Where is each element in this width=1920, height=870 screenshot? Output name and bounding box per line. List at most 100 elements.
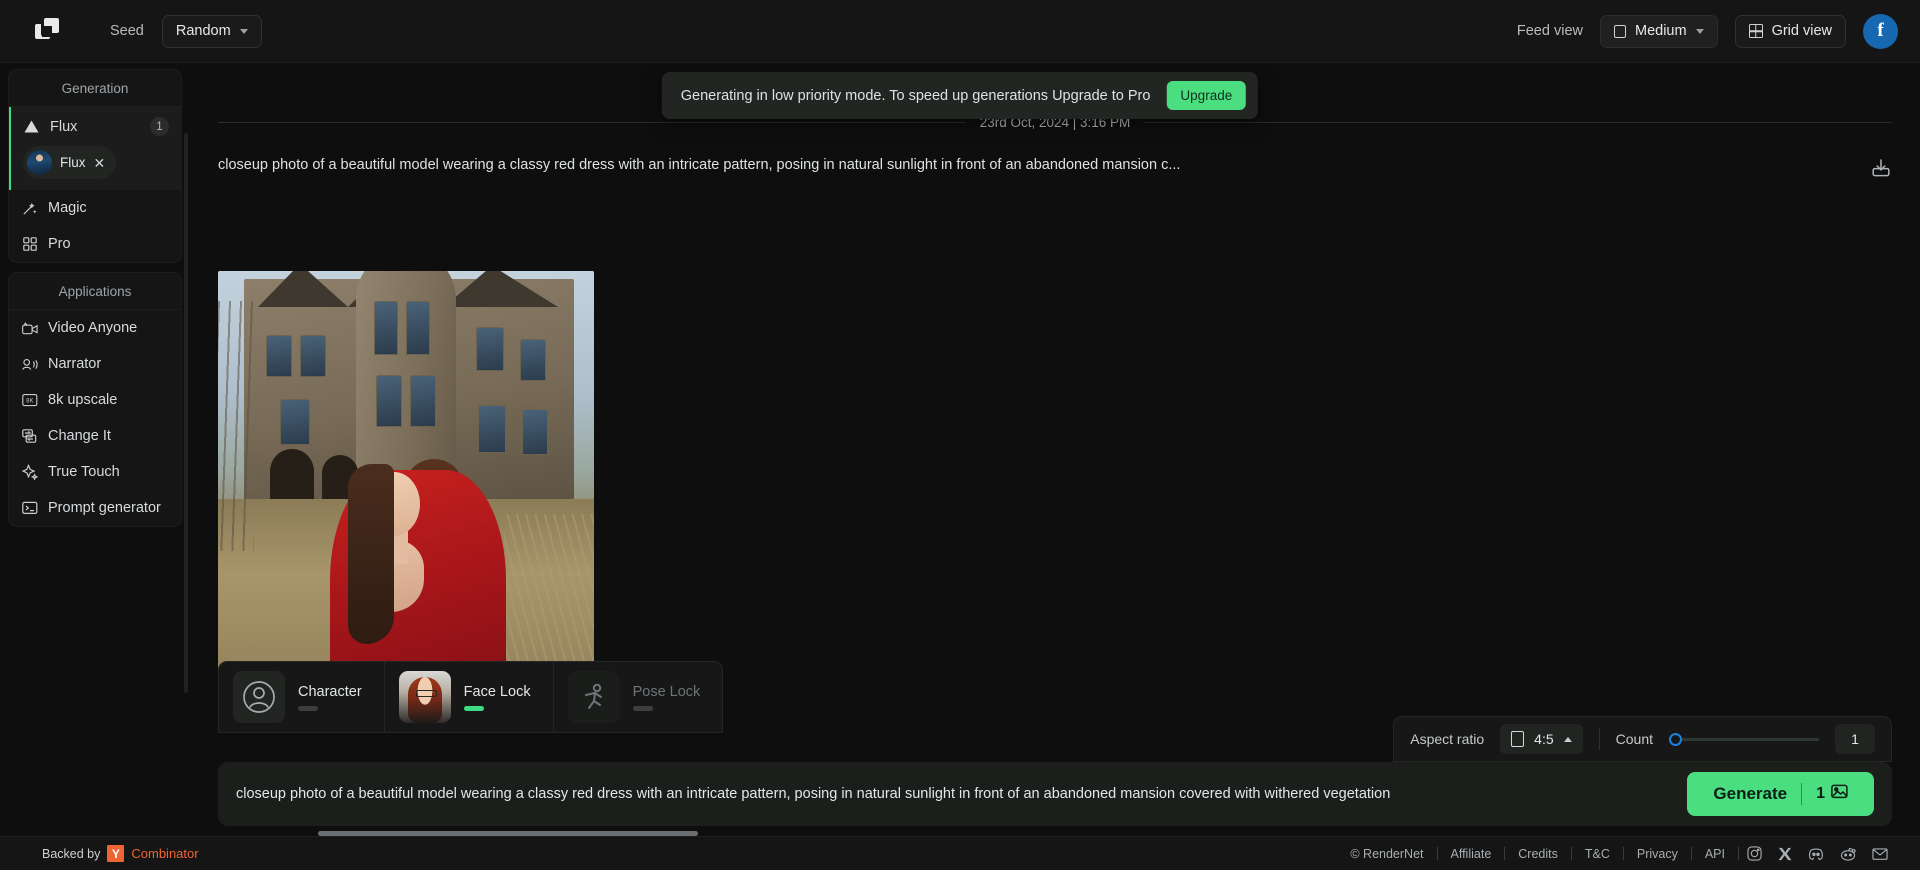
chevron-down-icon [239,28,248,34]
footer-link-api[interactable]: API [1692,847,1738,861]
close-icon[interactable]: ✕ [94,156,106,170]
instagram-icon[interactable] [1739,846,1770,861]
aspect-ratio-select[interactable]: 4:5 [1500,724,1583,754]
8k-icon: 8K [21,393,38,407]
aspect-ratio-value: 4:5 [1534,731,1554,747]
sidebar-item-label: Prompt generator [48,500,161,516]
footer-link-privacy[interactable]: Privacy [1624,847,1691,861]
video-camera-icon [21,321,38,335]
face-lock-item[interactable]: Face Lock [385,662,554,732]
flux-model-thumbnail [27,150,52,175]
image-size-value: Medium [1634,23,1687,39]
count-slider-knob[interactable] [1669,732,1682,746]
count-value[interactable]: 1 [1835,724,1875,754]
seed-label: Seed [110,23,144,39]
avatar[interactable]: f [1863,13,1898,49]
download-icon[interactable] [1870,157,1892,184]
sidebar-item-8k-upscale[interactable]: 8K 8k upscale [9,382,181,418]
sidebar-item-label: Pro [48,236,71,252]
square-icon [1613,24,1626,38]
generated-image[interactable] [218,271,594,714]
sparkle-icon [21,464,38,480]
sidebar-item-change-it[interactable]: Change It [9,418,181,454]
applications-panel: Applications Video Anyone Narrator 8K 8k… [8,272,182,527]
portrait-rect-icon [1511,731,1525,747]
feed-item-header: closeup photo of a beautiful model weari… [218,156,1892,184]
top-header: Seed Random Feed view Medium Grid view f [0,0,1920,63]
sidebar-item-label: 8k upscale [48,392,118,408]
sidebar-item-narrator[interactable]: Narrator [9,346,181,382]
generate-count-group: 1 [1816,784,1848,804]
grid-icon [1748,24,1763,38]
rendernet-logo-icon [34,18,61,44]
sidebar-item-prompt-generator[interactable]: Prompt generator [9,490,181,526]
sidebar-item-magic[interactable]: Magic [9,190,181,226]
applications-panel-title: Applications [9,273,181,310]
footer-links: © RenderNet Affiliate Credits T&C Privac… [1337,846,1920,861]
swap-icon [21,429,38,443]
footer: Backed by Y Combinator © RenderNet Affil… [0,836,1920,870]
face-lock-text: Face Lock [463,683,531,711]
upgrade-button[interactable]: Upgrade [1166,81,1247,110]
seed-value: Random [175,23,231,39]
svg-text:8K: 8K [26,398,33,404]
footer-link-rendernet[interactable]: © RenderNet [1337,847,1436,861]
prompt-composer: Generate 1 [218,762,1892,826]
footer-link-affiliate[interactable]: Affiliate [1438,847,1505,861]
sidebar-item-flux[interactable]: Flux 1 [11,107,181,146]
sidebar-item-label: Narrator [48,356,102,372]
face-lock-status [463,705,484,711]
header-right-group: Feed view Medium Grid view f [1517,13,1920,49]
app-logo[interactable] [0,18,95,44]
terminal-icon [21,501,38,515]
grid-squares-icon [21,237,38,251]
app-root: Seed Random Feed view Medium Grid view f… [0,0,1920,870]
x-icon[interactable] [1770,847,1800,861]
face-thumbnail [398,671,451,723]
flux-chip-label: Flux [60,155,86,170]
flux-badge-count: 1 [150,117,169,136]
count-slider[interactable] [1669,732,1819,746]
generate-count: 1 [1816,785,1825,802]
grid-view-button[interactable]: Grid view [1734,14,1846,48]
generate-button[interactable]: Generate 1 [1687,772,1874,816]
running-person-icon [567,671,620,723]
seed-select[interactable]: Random [161,14,262,48]
mail-icon[interactable] [1864,847,1896,861]
chevron-up-icon [1563,736,1572,742]
settings-divider [1598,728,1600,750]
image-size-select[interactable]: Medium [1599,14,1718,48]
generation-panel: Generation Flux 1 Flux ✕ Magic Pro [8,69,182,263]
lock-label: Face Lock [463,683,531,700]
footer-link-tc[interactable]: T&C [1572,847,1623,861]
magic-wand-icon [21,201,38,216]
sidebar-item-label: Video Anyone [48,320,138,336]
toast-message: Generating in low priority mode. To spee… [680,87,1151,104]
sidebar-item-pro[interactable]: Pro [9,226,181,262]
reddit-icon[interactable] [1832,847,1864,861]
sidebar-group-flux: Flux 1 Flux ✕ [9,107,181,190]
character-lock-item[interactable]: Character [219,662,385,732]
person-circle-icon [233,671,285,723]
chevron-down-icon [1695,28,1704,34]
sidebar-item-true-touch[interactable]: True Touch [9,454,181,490]
prompt-input[interactable] [236,786,1672,802]
flux-model-chip[interactable]: Flux ✕ [23,146,117,179]
divider-rule-right [1144,122,1892,123]
sidebar-scrollbar[interactable] [184,133,188,693]
generate-divider [1801,783,1803,805]
backed-by-yc: Backed by Y Combinator [42,845,199,862]
generate-label: Generate [1713,784,1788,803]
sidebar-item-video-anyone[interactable]: Video Anyone [9,310,181,346]
footer-link-credits[interactable]: Credits [1505,847,1571,861]
voice-icon [21,358,38,371]
aspect-ratio-label: Aspect ratio [1410,731,1485,747]
discord-icon[interactable] [1800,847,1832,861]
lock-toolbar: Character Face Lock Pose Lock [218,661,724,733]
pose-lock-item[interactable]: Pose Lock [554,662,723,732]
yc-name: Combinator [131,846,199,861]
pose-lock-text: Pose Lock [632,684,700,711]
triangle-icon [23,120,40,133]
count-slider-track [1669,737,1819,741]
sidebar-item-label: Change It [48,428,111,444]
